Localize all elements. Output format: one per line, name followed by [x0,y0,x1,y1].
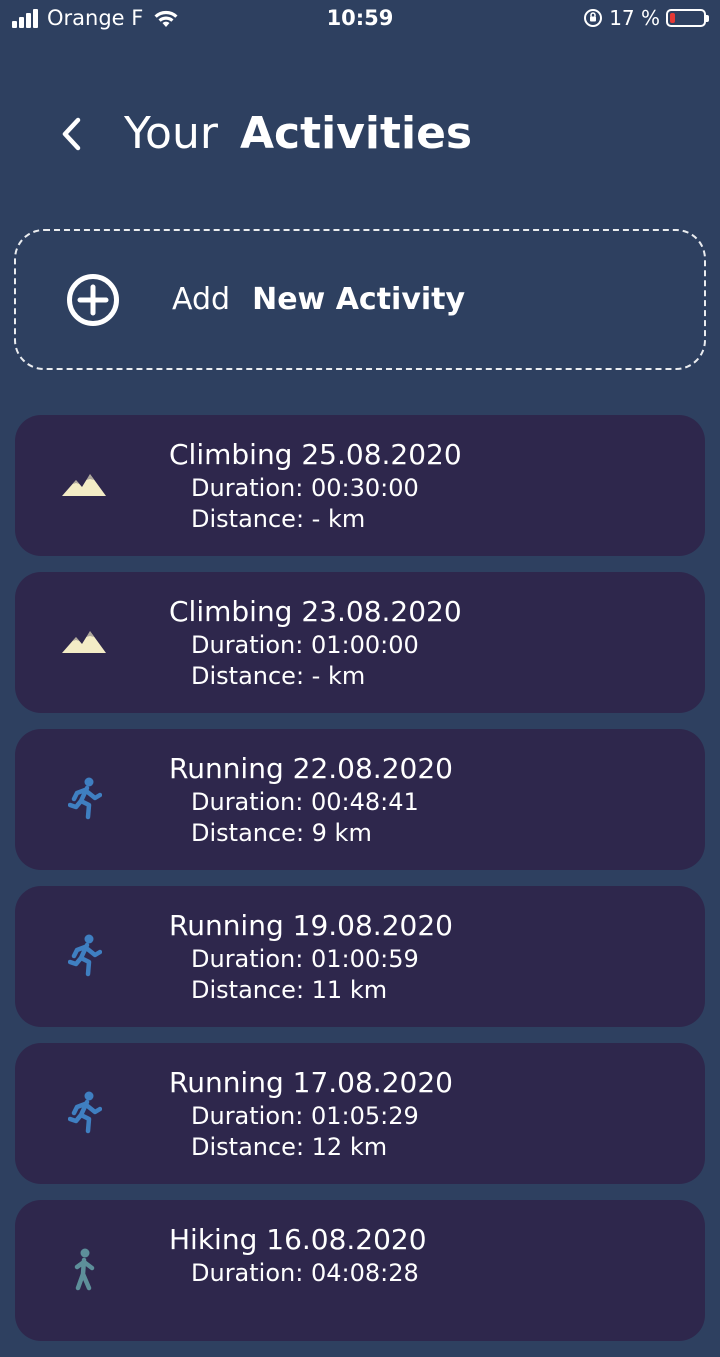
mountain-icon [61,620,109,664]
activity-duration: Duration: 04:08:28 [191,1259,419,1287]
activity-duration: Duration: 01:00:59 [191,945,419,973]
activity-distance: Distance: 12 km [191,1133,388,1161]
activity-card[interactable]: Climbing 23.08.2020 Duration: 01:00:00 D… [15,572,705,713]
battery-icon [666,9,709,27]
hiker-icon [61,1248,109,1292]
plus-circle-icon [67,273,119,326]
activity-distance: Distance: - km [191,662,366,690]
add-activity-button[interactable]: Add New Activity [14,229,706,370]
activity-card[interactable]: Running 19.08.2020 Duration: 01:00:59 Di… [15,886,705,1027]
runner-icon [61,1091,109,1135]
activity-distance: Distance: - km [191,505,366,533]
add-label-light: Add [172,282,231,317]
back-button[interactable] [60,114,94,154]
status-bar: Orange F 10:59 17 % [0,0,720,40]
add-label-bold: New Activity [252,282,466,317]
runner-icon [61,934,109,978]
activity-title: Hiking 16.08.2020 [169,1223,427,1256]
activity-title: Climbing 25.08.2020 [169,438,462,471]
page-title: Activities [239,108,473,159]
activity-card[interactable]: Climbing 25.08.2020 Duration: 00:30:00 D… [15,415,705,556]
activity-title: Running 17.08.2020 [169,1066,453,1099]
activity-distance: Distance: 9 km [191,819,372,847]
rotation-lock-icon [584,9,603,27]
activity-title: Running 19.08.2020 [169,909,453,942]
battery-percent: 17 % [609,6,660,30]
activity-card[interactable]: Hiking 16.08.2020 Duration: 04:08:28 [15,1200,705,1341]
runner-icon [61,777,109,821]
activity-duration: Duration: 01:00:00 [191,631,419,659]
battery-level [670,13,675,23]
mountain-icon [61,463,109,507]
chevron-left-icon [62,117,81,150]
activity-distance: Distance: 11 km [191,976,388,1004]
activity-title: Climbing 23.08.2020 [169,595,462,628]
activity-card[interactable]: Running 22.08.2020 Duration: 00:48:41 Di… [15,729,705,870]
status-right: 17 % [583,6,709,30]
activity-duration: Duration: 00:30:00 [191,474,419,502]
activity-title: Running 22.08.2020 [169,752,453,785]
page-header: Your Activities [60,108,472,159]
page-title-prefix: Your [124,108,218,159]
activity-duration: Duration: 01:05:29 [191,1102,419,1130]
add-activity-label: Add New Activity [172,282,465,317]
activity-card[interactable]: Running 17.08.2020 Duration: 01:05:29 Di… [15,1043,705,1184]
activity-list: Climbing 25.08.2020 Duration: 00:30:00 D… [15,415,705,1357]
activity-duration: Duration: 00:48:41 [191,788,419,816]
